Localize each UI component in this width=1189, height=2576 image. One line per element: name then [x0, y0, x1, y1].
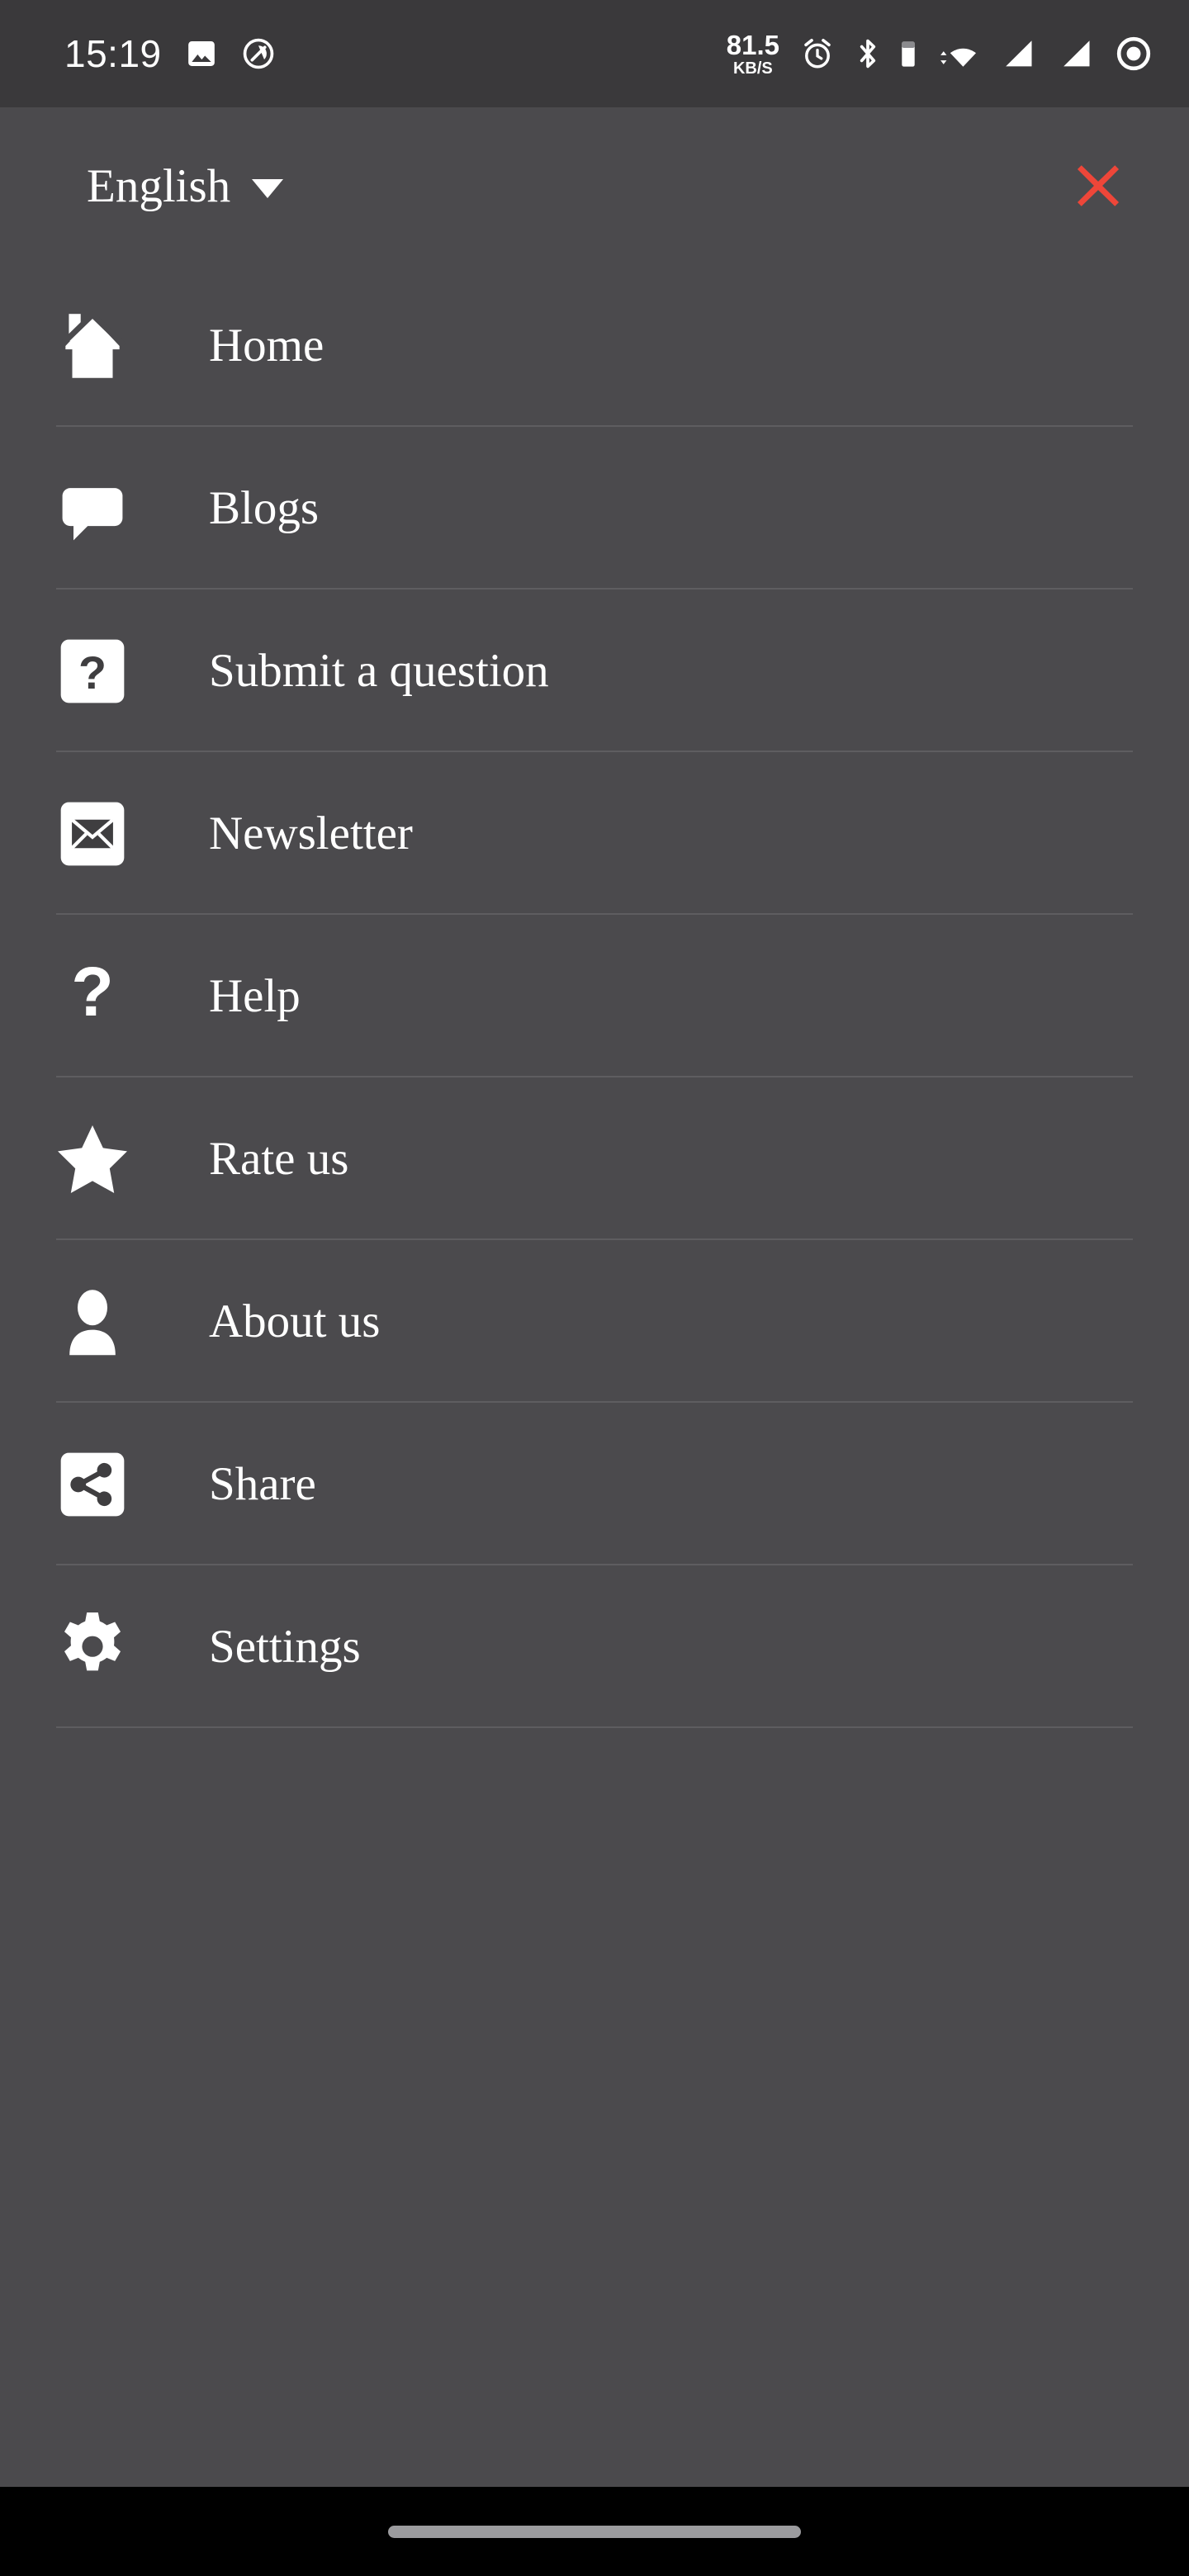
drawer-header: English [0, 107, 1189, 264]
home-icon [51, 305, 134, 386]
chevron-down-icon [252, 178, 284, 198]
envelope-box-icon [51, 796, 134, 872]
question-mark-icon: ? [51, 959, 134, 1035]
menu-item-label: About us [209, 1295, 381, 1347]
star-icon [51, 1120, 134, 1199]
share-box-icon [51, 1447, 134, 1522]
language-label: English [87, 159, 231, 212]
screen-record-icon [1116, 36, 1151, 71]
menu-item-rate-us[interactable]: Rate us [0, 1077, 1189, 1240]
menu-item-home[interactable]: Home [0, 264, 1189, 427]
menu-item-label: Submit a question [209, 644, 549, 697]
menu-item-label: Help [209, 969, 301, 1022]
bluetooth-icon [860, 39, 876, 69]
gear-icon [51, 1608, 134, 1687]
menu-item-share[interactable]: Share [0, 1403, 1189, 1565]
network-speed-unit: KB/S [732, 59, 773, 78]
language-selector[interactable]: English [87, 159, 284, 212]
svg-text:?: ? [78, 647, 107, 698]
menu-item-label: Settings [209, 1620, 361, 1673]
status-clock: 15:19 [64, 32, 162, 75]
status-bar-left: 15:19 [64, 35, 276, 73]
menu-item-label: Home [209, 319, 324, 372]
home-indicator[interactable] [388, 2525, 801, 2538]
status-bar-right: 81.5 KB/S [727, 31, 1153, 77]
question-box-icon: ? [51, 633, 134, 709]
menu-item-label: Share [209, 1457, 316, 1510]
battery-icon [902, 41, 915, 67]
signal-sim2-icon [1063, 40, 1090, 67]
menu-item-label: Rate us [209, 1132, 349, 1185]
menu-item-submit-a-question[interactable]: ? Submit a question [0, 590, 1189, 752]
wifi-icon [940, 48, 976, 67]
system-nav-bar [0, 2487, 1189, 2576]
app-screen: 15:19 81.5 KB/S English Home Blogs ? Sub… [0, 0, 1189, 2576]
close-icon [1077, 165, 1120, 206]
close-drawer-button[interactable] [1060, 148, 1136, 224]
person-icon [51, 1284, 134, 1360]
menu-item-about-us[interactable]: About us [0, 1240, 1189, 1403]
do-not-disturb-icon [243, 38, 273, 69]
menu-divider [56, 1726, 1133, 1728]
menu-item-help[interactable]: ? Help [0, 915, 1189, 1077]
speech-bubble-icon [51, 471, 134, 547]
drawer-menu: Home Blogs ? Submit a question Newslette… [0, 264, 1189, 1728]
menu-item-settings[interactable]: Settings [0, 1565, 1189, 1728]
network-speed-value: 81.5 [726, 29, 779, 60]
image-icon [187, 41, 215, 66]
svg-text:?: ? [71, 959, 114, 1030]
alarm-icon [804, 39, 831, 69]
menu-item-label: Newsletter [209, 807, 413, 859]
status-bar: 15:19 81.5 KB/S [0, 0, 1189, 107]
menu-item-label: Blogs [209, 481, 320, 534]
network-speed-indicator: 81.5 KB/S [727, 31, 779, 77]
menu-item-blogs[interactable]: Blogs [0, 427, 1189, 590]
signal-sim1-icon [1006, 40, 1032, 67]
menu-item-newsletter[interactable]: Newsletter [0, 752, 1189, 915]
drawer-empty-space [0, 1728, 1189, 2487]
